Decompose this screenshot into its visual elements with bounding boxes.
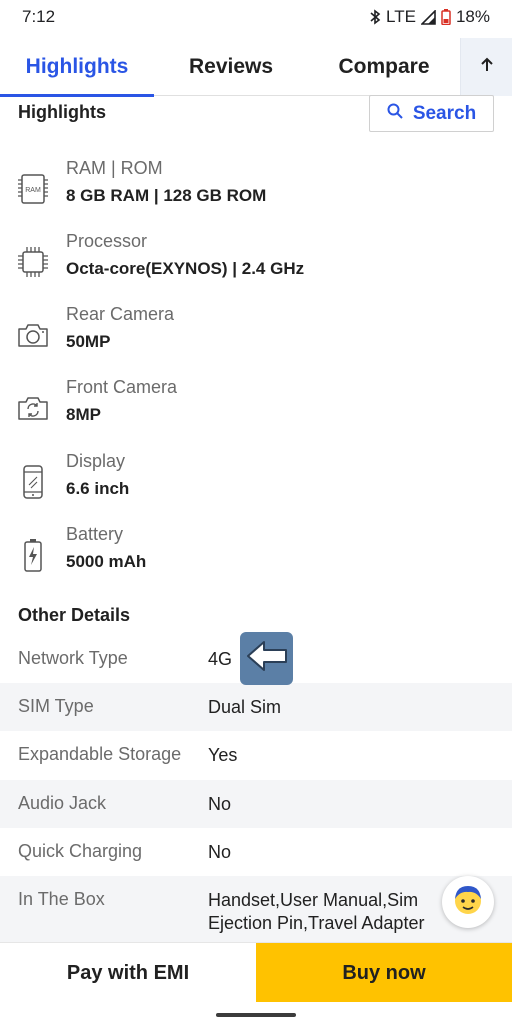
search-button[interactable]: Search [369, 95, 494, 132]
scroll-to-top-button[interactable] [460, 38, 512, 96]
bluetooth-icon [369, 9, 381, 25]
buy-now-button[interactable]: Buy now [256, 943, 512, 1003]
bottom-action-bar: Pay with EMI Buy now [0, 942, 512, 1003]
highlights-heading: Highlights [18, 102, 106, 122]
network-type: LTE [386, 7, 416, 26]
detail-key: In The Box [18, 889, 105, 909]
assistant-avatar-icon [450, 882, 486, 923]
detail-row: Expandable Storage Yes [0, 731, 512, 779]
spec-value: 50MP [66, 332, 111, 351]
battery-icon [441, 9, 451, 25]
detail-key: Audio Jack [18, 793, 107, 813]
signal-icon [420, 9, 436, 25]
detail-row: Quick Charging No [0, 828, 512, 876]
detail-key: Expandable Storage [18, 744, 182, 764]
detail-value: Yes [208, 745, 238, 765]
spec-battery: Battery 5000 mAh [0, 524, 512, 594]
pay-with-emi-button[interactable]: Pay with EMI [0, 943, 256, 1003]
active-tab-indicator [0, 94, 154, 97]
assistant-button[interactable] [442, 876, 494, 928]
spec-value: 8MP [66, 405, 101, 424]
detail-key: Quick Charging [18, 841, 143, 861]
detail-value: No [208, 794, 232, 814]
front-camera-icon [16, 389, 50, 427]
spec-label: Display [66, 451, 126, 471]
search-icon [387, 103, 403, 125]
other-details-heading: Other Details [18, 605, 131, 625]
back-arrow-button[interactable] [240, 632, 293, 685]
gesture-handle[interactable] [216, 1013, 296, 1017]
spec-ram-rom: RAM RAM | ROM 8 GB RAM | 128 GB ROM [0, 158, 512, 228]
detail-value: No [208, 842, 232, 862]
tab-bar: Highlights Reviews Compare [0, 38, 512, 97]
spec-value: Octa-core(EXYNOS) | 2.4 GHz [66, 259, 305, 278]
spec-value: 5000 mAh [66, 552, 147, 571]
battery-charge-icon [16, 536, 50, 574]
back-arrow-icon [245, 639, 289, 678]
detail-key: SIM Type [18, 696, 94, 716]
tab-reviews-label: Reviews [188, 55, 274, 78]
processor-icon [16, 243, 50, 281]
camera-icon [16, 316, 50, 354]
spec-display: Display 6.6 inch [0, 451, 512, 521]
tab-highlights-label: Highlights [25, 55, 129, 78]
spec-label: Processor [66, 231, 148, 251]
spec-label: Battery [66, 524, 124, 544]
spec-rear-camera: Rear Camera 50MP [0, 304, 512, 374]
detail-key: Network Type [18, 648, 128, 668]
spec-label: Rear Camera [66, 304, 175, 324]
spec-front-camera: Front Camera 8MP [0, 377, 512, 447]
tab-highlights[interactable]: Highlights [0, 38, 154, 97]
phone-display-icon [16, 463, 50, 501]
status-bar: 7:12 LTE 18% [0, 0, 512, 34]
spec-value: 6.6 inch [66, 479, 130, 498]
detail-row: Audio Jack No [0, 780, 512, 828]
ram-chip-icon: RAM [16, 170, 50, 208]
detail-row: SIM Type Dual Sim [0, 683, 512, 731]
battery-percent: 18% [455, 7, 490, 26]
detail-value: Dual Sim [208, 697, 282, 717]
status-icons: LTE 18% [369, 7, 490, 27]
detail-row: In The Box Handset,User Manual,Sim Eject… [0, 876, 512, 942]
spec-value: 8 GB RAM | 128 GB ROM [66, 186, 267, 205]
tab-reviews[interactable]: Reviews [154, 38, 308, 96]
spec-label: Front Camera [66, 377, 178, 397]
search-label: Search [412, 102, 477, 124]
arrow-up-icon [479, 57, 495, 78]
ram-chip-text: RAM [25, 187, 41, 194]
tab-compare-label: Compare [338, 55, 430, 78]
spec-label: RAM | ROM [66, 158, 163, 178]
spec-processor: Processor Octa-core(EXYNOS) | 2.4 GHz [0, 231, 512, 301]
tab-compare[interactable]: Compare [308, 38, 460, 96]
status-time: 7:12 [22, 7, 56, 26]
detail-value: Handset,User Manual,Sim Ejection Pin,Tra… [208, 890, 425, 933]
